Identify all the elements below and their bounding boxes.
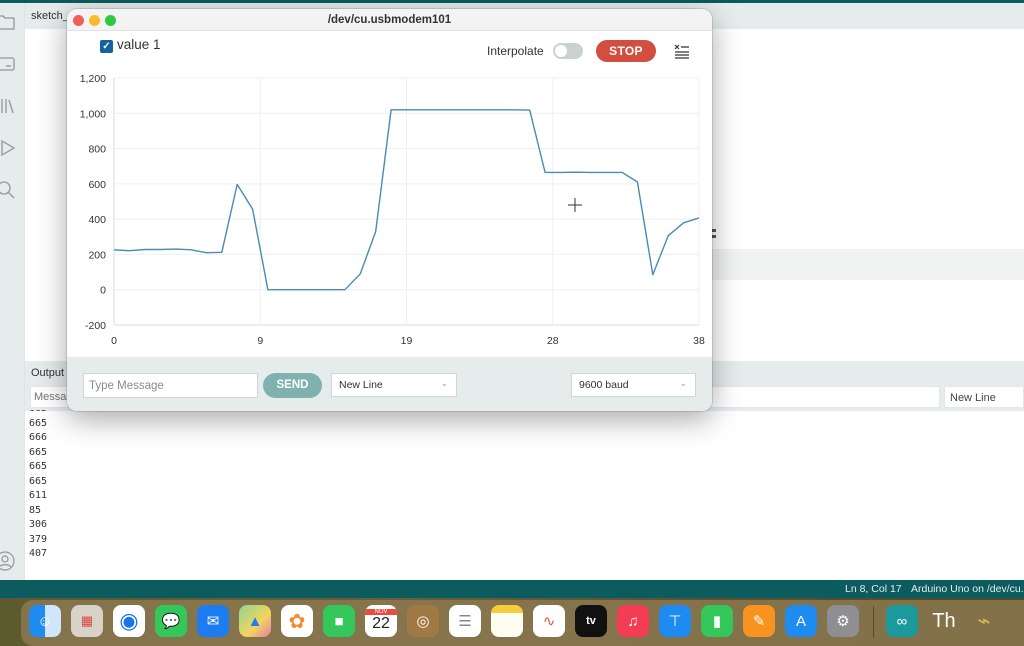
message-input[interactable] bbox=[83, 373, 258, 398]
x-tick-label: 28 bbox=[547, 335, 559, 347]
launchpad-icon[interactable]: ▦ bbox=[71, 605, 103, 637]
messages-icon[interactable]: 💬 bbox=[155, 605, 187, 637]
log-line: 306 bbox=[29, 519, 48, 530]
title-bar[interactable]: /dev/cu.usbmodem101 bbox=[67, 9, 712, 31]
safari-icon[interactable]: ◉ bbox=[113, 605, 145, 637]
line-ending-select[interactable]: New Line ⌄ bbox=[331, 373, 457, 397]
serial-output-log: 665 665 666 665 665 665 611 85 306 379 4… bbox=[29, 410, 329, 575]
photos-icon[interactable]: ✿ bbox=[281, 605, 313, 637]
y-tick-label: 200 bbox=[88, 249, 106, 261]
log-line: 379 bbox=[29, 533, 48, 545]
toggle-knob bbox=[555, 45, 567, 57]
library-icon[interactable] bbox=[0, 95, 16, 117]
search-icon[interactable] bbox=[0, 179, 16, 201]
facetime-icon[interactable]: ■ bbox=[323, 605, 355, 637]
y-tick-label: 400 bbox=[88, 214, 106, 226]
log-line: 665 bbox=[29, 417, 48, 429]
chevron-down-icon: ⌄ bbox=[679, 378, 687, 388]
board-icon[interactable] bbox=[0, 53, 16, 75]
x-tick-label: 0 bbox=[111, 335, 117, 347]
log-line: 665 bbox=[29, 446, 48, 458]
calendar-day: 22 bbox=[372, 615, 390, 632]
notes-icon[interactable] bbox=[491, 605, 523, 637]
y-tick-label: 800 bbox=[88, 144, 106, 156]
numbers-icon[interactable]: ▮ bbox=[701, 605, 733, 637]
board-status[interactable]: Arduino Uno on /dev/cu.usbmodem101 bbox=[911, 583, 1024, 595]
y-tick-label: 600 bbox=[88, 179, 106, 191]
log-line: 665 bbox=[29, 461, 48, 472]
typeface-icon[interactable]: Th bbox=[928, 605, 960, 637]
pages-icon[interactable]: ✎ bbox=[743, 605, 775, 637]
line-ending-value: New Line bbox=[339, 379, 383, 391]
y-tick-label: 0 bbox=[100, 285, 106, 297]
serial-plotter-window: /dev/cu.usbmodem101 ✓ value 1 Interpolat… bbox=[67, 9, 712, 411]
serial-tool-icon[interactable]: ⌁ bbox=[968, 605, 1000, 637]
log-line: 407 bbox=[29, 548, 48, 559]
y-axis-ticks: -200 0 200 400 600 800 1,000 1,200 bbox=[80, 73, 106, 332]
grid bbox=[113, 77, 700, 326]
ide-panel-band bbox=[710, 249, 1024, 280]
window-title: /dev/cu.usbmodem101 bbox=[327, 14, 452, 26]
reminders-icon[interactable]: ☰ bbox=[449, 605, 481, 637]
line-chart: -200 0 200 400 600 800 1,000 1,200 0 9 19 28 38 bbox=[80, 73, 705, 347]
baud-rate-value: 9600 baud bbox=[579, 379, 629, 391]
plotter-bottom-bar: SEND New Line ⌄ 9600 baud ⌄ bbox=[67, 357, 712, 411]
apple-tv-icon[interactable]: tv bbox=[575, 605, 607, 637]
baud-rate-select[interactable]: 9600 baud ⌄ bbox=[571, 373, 696, 397]
crosshair-cursor bbox=[568, 198, 582, 212]
x-axis-ticks: 0 9 19 28 38 bbox=[111, 335, 705, 347]
resize-handle[interactable] bbox=[712, 229, 716, 239]
folder-icon[interactable] bbox=[0, 11, 16, 33]
contacts-icon[interactable]: ◎ bbox=[407, 605, 439, 637]
chevron-down-icon: ⌄ bbox=[440, 378, 448, 388]
x-tick-label: 9 bbox=[257, 335, 263, 347]
finder-icon[interactable]: ☺ bbox=[29, 605, 61, 637]
y-tick-label: -200 bbox=[85, 320, 106, 332]
log-line: 665 bbox=[29, 475, 48, 487]
log-line: 611 bbox=[29, 490, 48, 501]
calendar-icon[interactable]: NOV 22 bbox=[365, 605, 397, 637]
y-tick-label: 1,000 bbox=[80, 108, 106, 120]
app-store-icon[interactable]: A bbox=[785, 605, 817, 637]
user-icon[interactable] bbox=[0, 550, 16, 572]
ide-sidebar bbox=[0, 3, 25, 580]
maps-icon[interactable]: ▲ bbox=[239, 605, 271, 637]
typeface-label: Th bbox=[932, 609, 956, 632]
arduino-ide-icon[interactable]: ∞ bbox=[886, 605, 918, 637]
x-tick-label: 38 bbox=[693, 335, 705, 347]
clear-plot-icon[interactable] bbox=[674, 43, 690, 59]
x-tick-label: 19 bbox=[401, 335, 413, 347]
stop-button[interactable]: STOP bbox=[596, 40, 656, 62]
interpolate-label: Interpolate bbox=[487, 44, 544, 58]
sketch-tab[interactable]: sketch_ bbox=[31, 10, 69, 22]
system-settings-icon[interactable]: ⚙ bbox=[827, 605, 859, 637]
value-1-checkbox[interactable]: ✓ bbox=[100, 40, 113, 53]
legend-label: value 1 bbox=[117, 37, 161, 52]
log-line: 85 bbox=[29, 504, 42, 516]
screen: sketch_ Output New Line 665 665 666 665 … bbox=[0, 0, 1024, 646]
debug-icon[interactable] bbox=[0, 137, 16, 159]
output-label: Output bbox=[31, 367, 65, 379]
output-line-ending-select[interactable]: New Line bbox=[944, 386, 1024, 408]
send-button[interactable]: SEND bbox=[263, 373, 322, 398]
tv-label: tv bbox=[586, 615, 596, 627]
log-line: 666 bbox=[29, 432, 48, 443]
y-tick-label: 1,200 bbox=[80, 73, 106, 85]
freeform-icon[interactable]: ∿ bbox=[533, 605, 565, 637]
status-bar: Ln 8, Col 17 Arduino Uno on /dev/cu.usbm… bbox=[0, 580, 1024, 598]
cursor-position[interactable]: Ln 8, Col 17 bbox=[845, 583, 902, 595]
dock-separator bbox=[873, 606, 874, 638]
interpolate-toggle[interactable] bbox=[553, 43, 583, 59]
mail-icon[interactable]: ✉ bbox=[197, 605, 229, 637]
music-icon[interactable]: ♫ bbox=[617, 605, 649, 637]
keynote-icon[interactable]: ⊤ bbox=[659, 605, 691, 637]
